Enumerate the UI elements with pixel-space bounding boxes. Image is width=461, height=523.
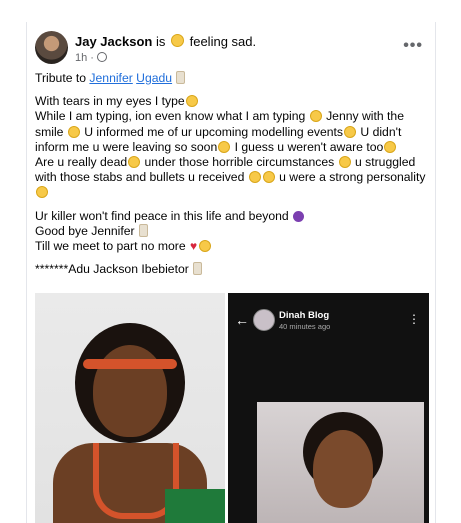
blog-inner-photo	[257, 402, 424, 523]
scream-emoji	[338, 156, 351, 169]
sad-emoji	[170, 34, 184, 47]
post-time[interactable]: 1h	[75, 52, 87, 64]
post-body: Tribute to Jennifer Ugadu With tears in …	[35, 71, 429, 285]
text-p2c: U informed me of ur upcoming modelling e…	[80, 124, 343, 139]
sad-emoji	[384, 140, 397, 153]
feeling-text: feeling sad.	[189, 34, 257, 49]
photo-screenshot-blog[interactable]: ← Dinah Blog 40 minutes ago ⋮	[228, 293, 429, 523]
author-name[interactable]: Jay Jackson	[75, 34, 152, 49]
green-garment	[165, 489, 225, 523]
sweat-emoji	[344, 125, 356, 138]
sad-emoji	[67, 125, 80, 138]
candle-emoji	[139, 223, 148, 237]
text-p2f: Are u really dead	[35, 155, 128, 170]
coral-headband	[83, 359, 177, 369]
post-header: Jay Jackson is feeling sad. 1h · •••	[35, 31, 427, 71]
broken-heart-emoji: ♥	[189, 239, 198, 254]
sad-emoji	[218, 140, 231, 153]
tagged-link-jennifer[interactable]: Jennifer	[89, 71, 132, 85]
text-p1: With tears in my eyes I type	[35, 94, 185, 109]
author-avatar[interactable]	[35, 31, 68, 64]
text-p3a: Ur killer won't find peace in this life …	[35, 208, 289, 223]
text-signature: *******Adu Jackson Ibebietor	[35, 262, 189, 277]
inner-photo-face	[313, 430, 373, 508]
blog-name: Dinah Blog	[279, 310, 330, 321]
purple-devil-emoji	[293, 210, 305, 222]
text-p2a: While I am typing, ion even know what I …	[35, 109, 306, 124]
paragraph-farewell: Ur killer won't find peace in this life …	[35, 209, 429, 255]
text-p3c: Till we meet to part no more	[35, 239, 186, 254]
crying-emoji	[185, 95, 198, 108]
paragraph-main: With tears in my eyes I type While I am …	[35, 94, 429, 200]
text-p2g: under those horrible circumstances	[141, 155, 335, 170]
crying-emoji	[248, 171, 261, 184]
more-options-button[interactable]: •••	[403, 37, 423, 55]
tagged-link-ugadu[interactable]: Ugadu	[136, 71, 172, 85]
back-arrow-icon: ←	[235, 312, 249, 328]
tribute-line: Tribute to Jennifer Ugadu	[35, 71, 429, 86]
tribute-prefix: Tribute to	[35, 71, 90, 85]
text-p2e: I guess u weren't aware too	[231, 139, 384, 154]
crying-emoji	[262, 171, 275, 184]
photo-portrait[interactable]	[35, 293, 225, 523]
globe-icon	[96, 52, 107, 62]
post-photos: ← Dinah Blog 40 minutes ago ⋮	[35, 293, 429, 523]
candle-emoji	[176, 71, 186, 84]
blog-avatar	[253, 309, 275, 331]
crying-emoji	[199, 240, 212, 253]
text-p2i: u were a strong personality	[275, 170, 426, 185]
feeling-prefix: is	[155, 34, 166, 49]
shocked-emoji	[128, 156, 141, 169]
scroll-emoji	[193, 262, 203, 276]
kebab-menu-icon: ⋮	[408, 312, 420, 326]
sad-emoji	[36, 186, 48, 199]
post-meta: 1h ·	[75, 52, 107, 64]
blog-header-bar: ← Dinah Blog 40 minutes ago ⋮	[228, 305, 429, 339]
text-p3b: Good bye Jennifer	[35, 223, 135, 238]
facebook-post-card: Jay Jackson is feeling sad. 1h · ••• Tri…	[26, 22, 436, 523]
author-line: Jay Jackson is feeling sad.	[75, 34, 256, 49]
signature-line: *******Adu Jackson Ibebietor	[35, 262, 429, 277]
blog-time: 40 minutes ago	[279, 322, 331, 331]
sad-emoji	[309, 110, 322, 123]
